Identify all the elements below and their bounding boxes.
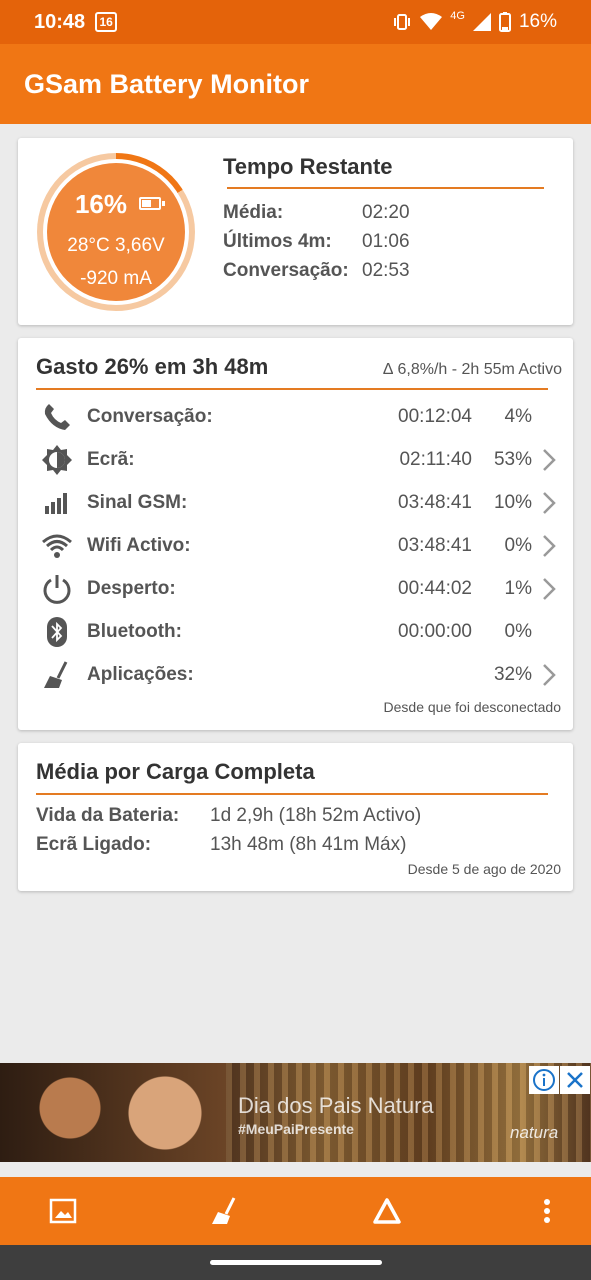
battery-percent-status: 16%: [518, 11, 557, 32]
battery-status-icon: [498, 12, 511, 32]
usage-row-apps[interactable]: Aplicações: 32%: [40, 655, 568, 695]
phone-icon: [40, 400, 74, 434]
ad-banner[interactable]: Dia dos Pais Natura #MeuPaiPresente natu…: [0, 1063, 591, 1162]
usage-label: Aplicações:: [87, 664, 194, 685]
usage-duration: 00:00:00: [398, 621, 472, 642]
usage-duration: 00:44:02: [398, 578, 472, 599]
usage-percent: 0%: [504, 621, 532, 642]
usage-row-conversation: Conversação: 00:12:04 4%: [40, 397, 568, 437]
usage-row-screen[interactable]: Ecrã: 02:11:40 53%: [40, 440, 568, 480]
signal-status-icon: [472, 13, 491, 31]
usage-card: Gasto 26% em 3h 48m ∆ 6,8%/h - 2h 55m Ac…: [18, 338, 573, 730]
usage-percent: 32%: [493, 664, 532, 685]
vibrate-icon: [394, 14, 411, 30]
usage-footer: Desde que foi desconectado: [383, 699, 561, 715]
usage-duration: 03:48:41: [398, 535, 472, 556]
chevron-right-icon[interactable]: [542, 448, 556, 472]
usage-label: Wifi Activo:: [87, 535, 191, 556]
usage-header: Gasto 26% em 3h 48m ∆ 6,8%/h - 2h 55m Ac…: [36, 354, 562, 380]
usage-rate: ∆ 6,8%/h - 2h 55m Activo: [383, 361, 562, 378]
full-charge-label: Vida da Bateria:: [36, 805, 180, 826]
battery-icon: [139, 197, 165, 210]
remaining-value: 02:20: [362, 202, 410, 223]
broom-icon[interactable]: [195, 1177, 255, 1245]
battery-gauge[interactable]: 16% 28°C 3,66V -920 mA: [37, 153, 195, 311]
ad-headline: Dia dos Pais Natura: [238, 1093, 434, 1118]
remaining-row: Conversação: 02:53: [223, 256, 553, 285]
divider: [227, 187, 544, 189]
full-charge-value: 1d 2,9h (18h 52m Activo): [210, 805, 422, 826]
usage-duration: 02:11:40: [399, 449, 472, 470]
chevron-right-icon[interactable]: [542, 577, 556, 601]
chevron-right-icon[interactable]: [542, 534, 556, 558]
chevron-right-icon[interactable]: [542, 491, 556, 515]
full-charge-label: Ecrã Ligado:: [36, 834, 152, 855]
ad-photo: [0, 1063, 226, 1162]
ad-info-icon[interactable]: [529, 1066, 559, 1094]
current-draw: -920 mA: [80, 268, 152, 289]
usage-percent: 53%: [493, 449, 532, 470]
remaining-value: 01:06: [362, 231, 410, 252]
full-charge-value: 13h 48m (8h 41m Máx): [210, 834, 407, 855]
ad-hashtag: #MeuPaiPresente: [238, 1121, 354, 1137]
wifi-icon: [40, 529, 74, 563]
full-charge-row: Ecrã Ligado: 13h 48m (8h 41m Máx): [36, 834, 406, 856]
divider: [36, 793, 548, 795]
wifi-status-icon: [420, 13, 443, 30]
image-icon[interactable]: [33, 1177, 93, 1245]
full-charge-card: Média por Carga Completa Vida da Bateria…: [18, 743, 573, 891]
chevron-right-icon[interactable]: [542, 663, 556, 687]
usage-percent: 10%: [493, 492, 532, 513]
remaining-row: Últimos 4m: 01:06: [223, 227, 553, 256]
remaining-row: Média: 02:20: [223, 198, 553, 227]
usage-title: Gasto 26% em 3h 48m: [36, 354, 269, 379]
full-charge-row: Vida da Bateria: 1d 2,9h (18h 52m Activo…: [36, 805, 421, 827]
remaining-label: Últimos 4m:: [223, 231, 332, 252]
remaining-title: Tempo Restante: [223, 154, 393, 179]
usage-label: Bluetooth:: [87, 621, 182, 642]
network-type: 4G: [450, 10, 465, 22]
remaining-label: Conversação:: [223, 260, 349, 281]
usage-row-bluetooth: Bluetooth: 00:00:00 0%: [40, 612, 568, 652]
usage-percent: 4%: [504, 406, 532, 427]
usage-percent: 1%: [504, 578, 532, 599]
system-nav-bar: [0, 1245, 591, 1280]
full-charge-title: Média por Carga Completa: [36, 759, 315, 784]
usage-percent: 0%: [504, 535, 532, 556]
status-time: 10:48: [34, 10, 86, 33]
app-bar: GSam Battery Monitor: [0, 44, 591, 124]
ad-close-icon[interactable]: [560, 1066, 590, 1094]
usage-duration: 03:48:41: [398, 492, 472, 513]
bluetooth-icon: [40, 615, 74, 649]
usage-row-gsm[interactable]: Sinal GSM: 03:48:41 10%: [40, 483, 568, 523]
divider: [36, 388, 548, 390]
app-title: GSam Battery Monitor: [24, 68, 310, 99]
notification-badge: 16: [95, 12, 118, 32]
remaining-value: 02:53: [362, 260, 410, 281]
bottom-toolbar: [0, 1177, 591, 1245]
usage-duration: 00:12:04: [398, 406, 472, 427]
status-bar: 10:48 16 4G 16%: [0, 0, 591, 44]
ad-brand-logo: natura: [510, 1123, 559, 1142]
battery-summary-card[interactable]: 16% 28°C 3,66V -920 mA Tempo Restante Mé…: [18, 138, 573, 325]
usage-label: Desperto:: [87, 578, 176, 599]
usage-label: Sinal GSM:: [87, 492, 188, 513]
temperature-voltage: 28°C 3,66V: [67, 235, 165, 256]
broom-icon: [40, 658, 74, 692]
brightness-icon: [40, 443, 74, 477]
home-gesture-pill[interactable]: [210, 1260, 382, 1265]
remaining-label: Média:: [223, 202, 284, 223]
usage-label: Ecrã:: [87, 449, 135, 470]
full-charge-footer: Desde 5 de ago de 2020: [407, 861, 561, 877]
power-icon: [40, 572, 74, 606]
usage-label: Conversação:: [87, 406, 213, 427]
usage-row-wifi[interactable]: Wifi Activo: 03:48:41 0%: [40, 526, 568, 566]
signal-bars-icon: [40, 486, 74, 520]
more-vert-icon[interactable]: [517, 1177, 577, 1245]
usage-row-awake[interactable]: Desperto: 00:44:02 1%: [40, 569, 568, 609]
remaining-time-section: Tempo Restante Média: 02:20 Últimos 4m: …: [223, 154, 553, 285]
triangle-icon[interactable]: [357, 1177, 417, 1245]
